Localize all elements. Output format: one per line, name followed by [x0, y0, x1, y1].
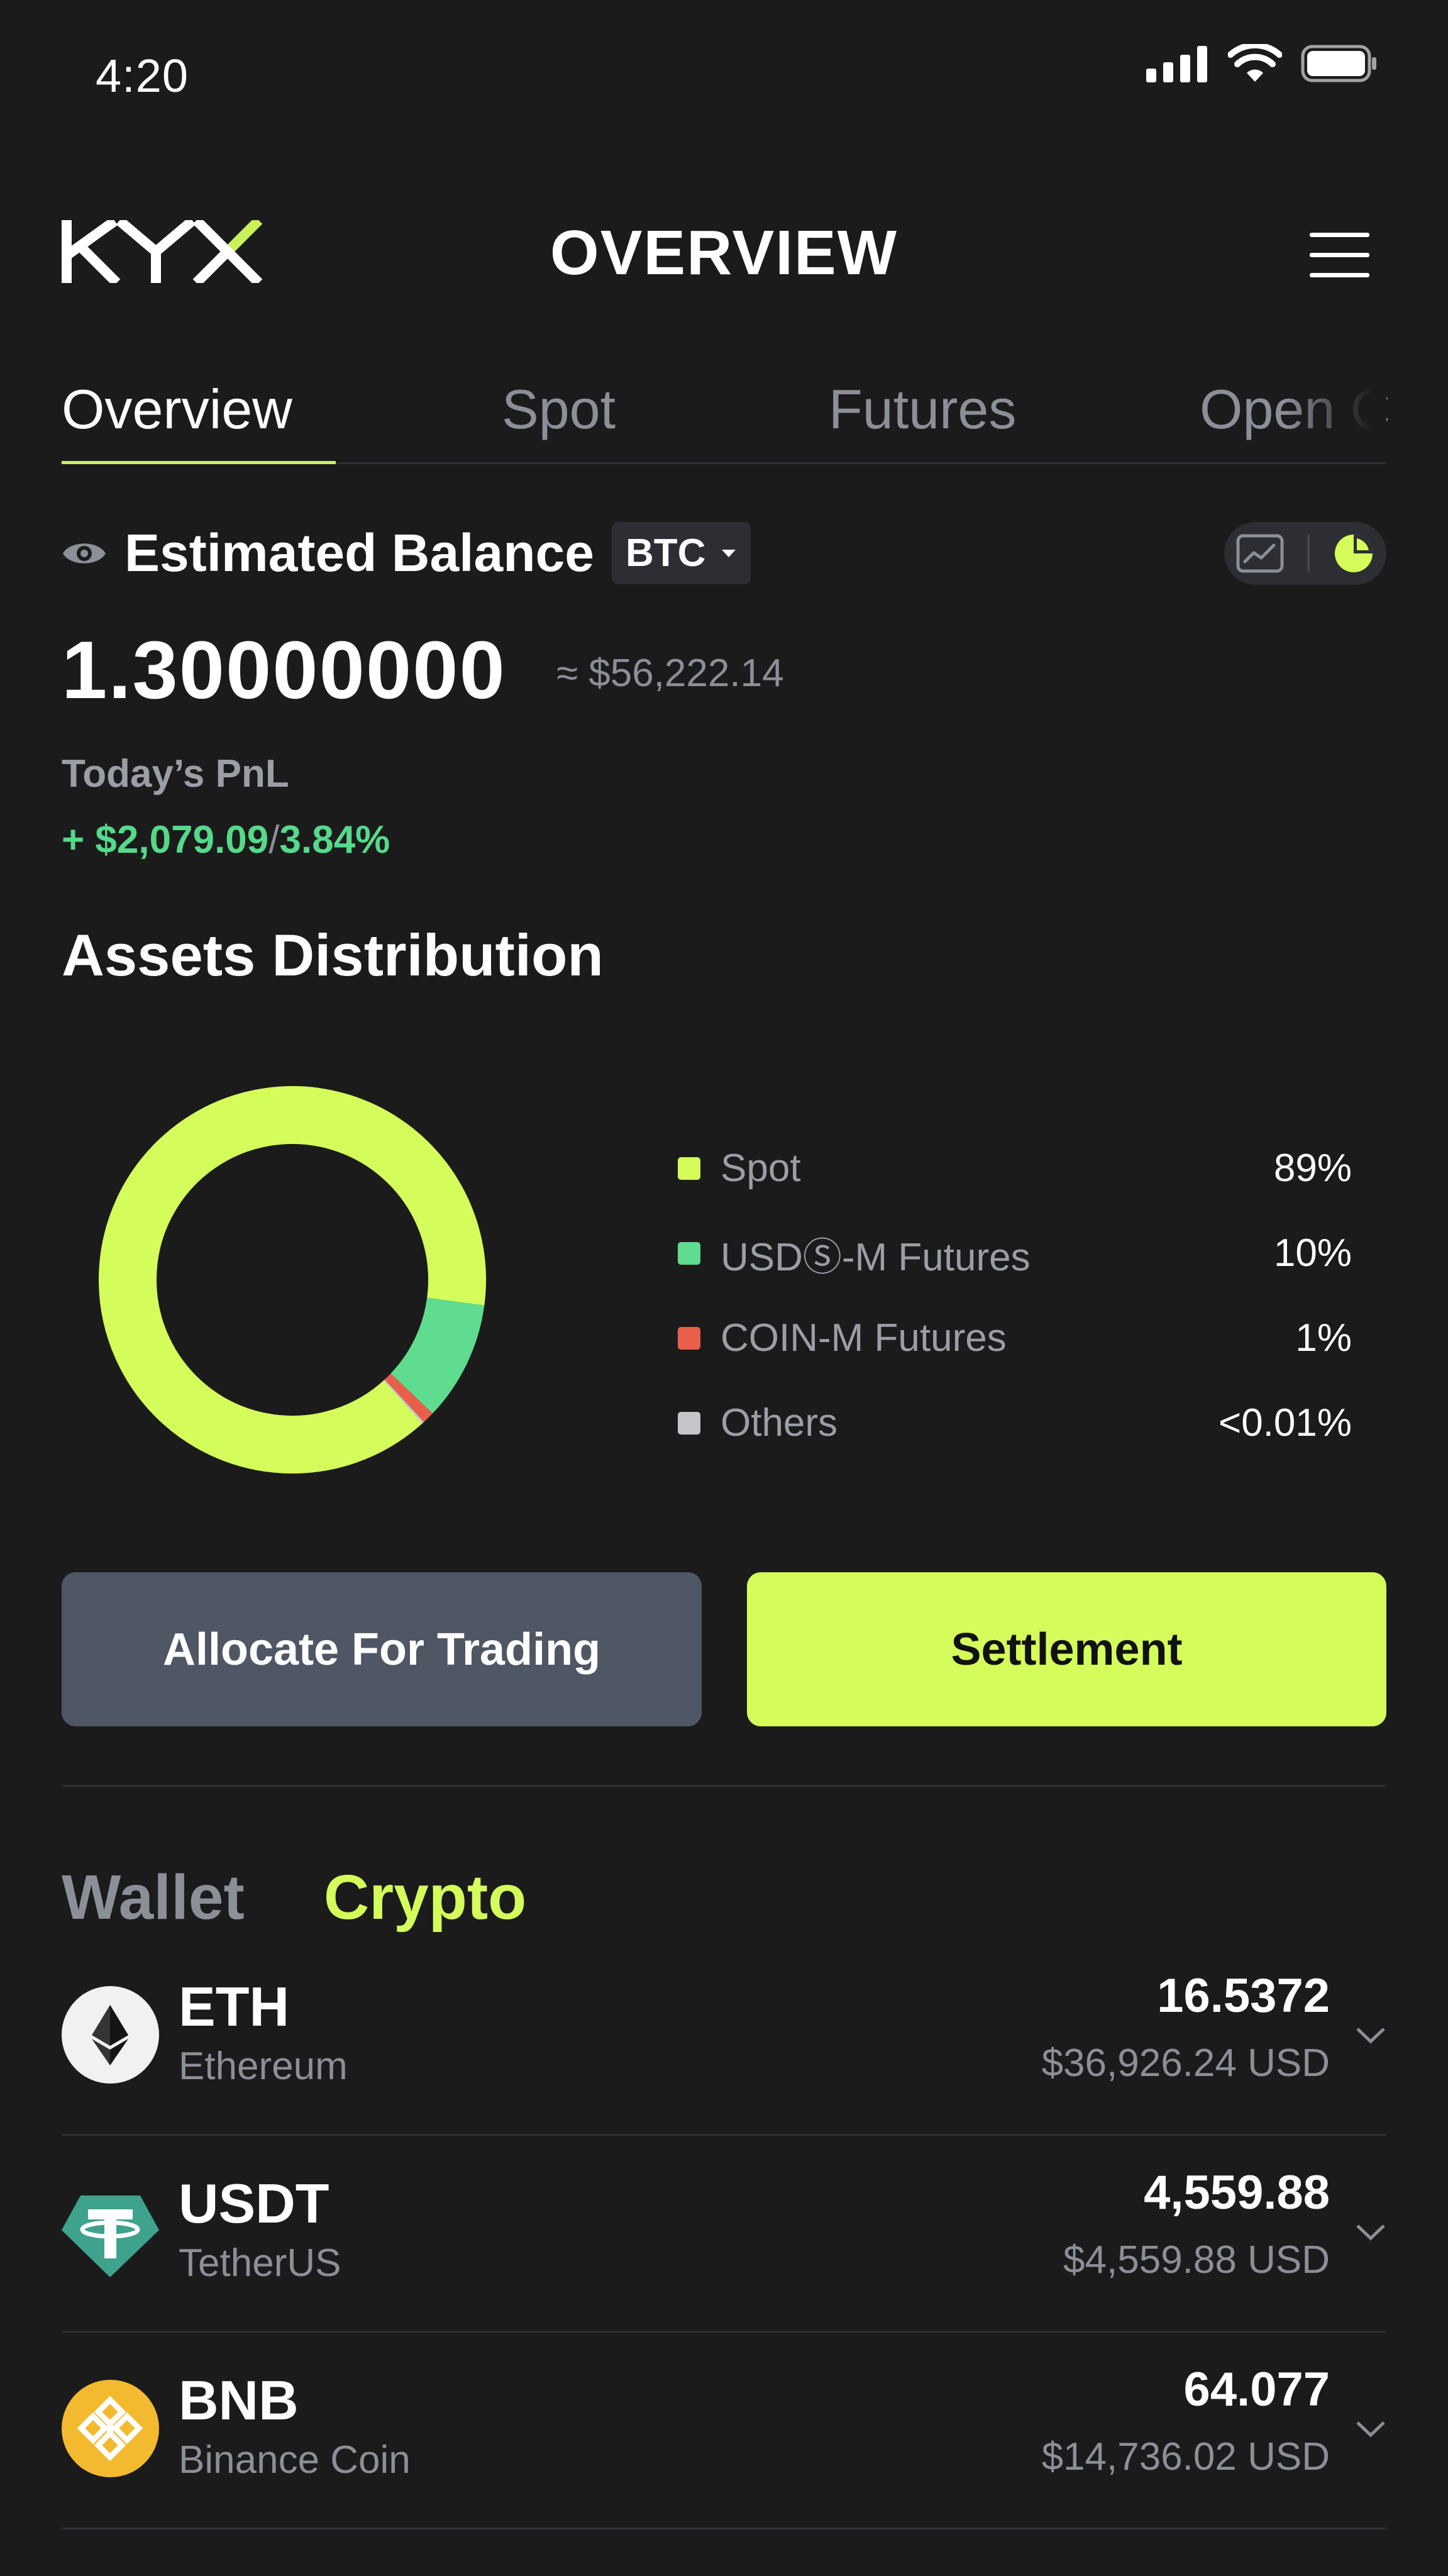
legend-item-coin-m-futures: COIN-M Futures 1% — [678, 1296, 1352, 1380]
legend-label: COIN-M Futures — [721, 1316, 1007, 1360]
distribution-title: Assets Distribution — [62, 922, 604, 988]
line-chart-icon[interactable] — [1236, 534, 1284, 573]
balance-amount: 1.30000000 — [62, 624, 506, 716]
legend-label: Others — [721, 1401, 838, 1445]
tab-crypto[interactable]: Crypto — [324, 1862, 526, 1934]
currency-select[interactable]: BTC — [611, 522, 751, 584]
legend-value: <0.01% — [1218, 1401, 1352, 1445]
tab-futures[interactable]: Futures — [829, 377, 1016, 441]
chevron-down-icon[interactable] — [1355, 2419, 1386, 2438]
tab-overview[interactable]: Overview — [62, 377, 292, 441]
asset-name: TetherUS — [179, 2241, 341, 2285]
hamburger-menu-icon[interactable] — [1310, 233, 1369, 278]
asset-quantity: 64.077 — [1183, 2363, 1330, 2416]
asset-name: Ethereum — [179, 2045, 348, 2088]
caret-down-icon — [722, 549, 736, 557]
bnb-icon — [62, 2380, 159, 2477]
legend-label: USDⓈ-M Futures — [721, 1235, 1031, 1279]
distribution-legend: Spot 89% USDⓈ-M Futures 10% COIN-M Futur… — [678, 1126, 1352, 1465]
asset-usd-value: $4,559.88 USD — [1063, 2238, 1330, 2282]
legend-value: 1% — [1295, 1316, 1352, 1360]
pnl-amount: + $2,079.09 — [62, 818, 269, 862]
balance-label: Estimated Balance — [124, 523, 594, 582]
currency-value: BTC — [625, 531, 706, 575]
legend-swatch — [678, 1411, 700, 1435]
eye-icon[interactable] — [62, 538, 107, 569]
asset-row-usdt[interactable]: USDT TetherUS 4,559.88 $4,559.88 USD — [62, 2134, 1386, 2333]
balance-usd: ≈ $56,222.14 — [556, 652, 784, 695]
pnl-separator: / — [268, 818, 280, 862]
pnl-label: Today’s PnL — [62, 752, 289, 796]
donut-slice-coin-m-futures — [384, 1373, 433, 1422]
asset-symbol: BNB — [179, 2369, 299, 2431]
chevron-down-icon[interactable] — [1355, 2222, 1386, 2241]
legend-value: 10% — [1273, 1231, 1352, 1275]
legend-swatch — [678, 1326, 700, 1350]
asset-name: Binance Coin — [179, 2438, 411, 2482]
asset-usd-value: $14,736.02 USD — [1041, 2435, 1330, 2479]
page-title: OVERVIEW — [550, 218, 898, 288]
section-tabs: Overview Spot Futures Open C — [62, 377, 1390, 464]
chart-view-toggle — [1224, 522, 1386, 585]
tab-spot[interactable]: Spot — [502, 377, 616, 441]
donut-slice-others — [384, 1379, 424, 1424]
legend-item-usds-m-futures: USDⓈ-M Futures 10% — [678, 1211, 1352, 1296]
donut-slice-usd-m-futures — [390, 1297, 485, 1414]
wifi-icon — [1228, 44, 1282, 82]
asset-row-bnb[interactable]: BNB Binance Coin 64.077 $14,736.02 USD — [62, 2331, 1386, 2529]
tab-wallet[interactable]: Wallet — [62, 1862, 245, 1934]
battery-icon — [1301, 45, 1376, 82]
settlement-button[interactable]: Settlement — [747, 1572, 1386, 1726]
signal-icon — [1146, 46, 1207, 82]
distribution-donut-chart — [97, 1085, 487, 1478]
asset-quantity: 4,559.88 — [1144, 2166, 1330, 2219]
active-tab-indicator — [62, 461, 336, 464]
pie-chart-icon[interactable] — [1333, 533, 1374, 574]
legend-swatch — [678, 1157, 700, 1180]
balance-header: Estimated Balance BTC — [62, 522, 751, 584]
status-time: 4:20 — [96, 50, 189, 102]
asset-quantity: 16.5372 — [1157, 1969, 1330, 2023]
legend-item-spot: Spot 89% — [678, 1126, 1352, 1211]
legend-label: Spot — [721, 1146, 801, 1190]
asset-usd-value: $36,926.24 USD — [1041, 2041, 1330, 2085]
legend-swatch — [678, 1241, 700, 1265]
asset-row-eth[interactable]: ETH Ethereum 16.5372 $36,926.24 USD — [62, 1937, 1386, 2136]
asset-symbol: ETH — [179, 1975, 289, 2038]
legend-value: 89% — [1273, 1146, 1352, 1190]
asset-symbol: USDT — [179, 2172, 329, 2235]
tether-icon — [62, 2183, 159, 2280]
allocate-for-trading-button[interactable]: Allocate For Trading — [62, 1572, 702, 1726]
status-icons — [1146, 44, 1379, 83]
pnl-value: + $2,079.09/3.84% — [62, 818, 390, 862]
tabs-fade — [1286, 377, 1386, 453]
ethereum-icon — [62, 1986, 159, 2084]
legend-item-others: Others <0.01% — [678, 1380, 1352, 1465]
chevron-down-icon[interactable] — [1355, 2025, 1386, 2044]
section-divider — [62, 1785, 1386, 1787]
pnl-percent: 3.84% — [279, 818, 390, 862]
